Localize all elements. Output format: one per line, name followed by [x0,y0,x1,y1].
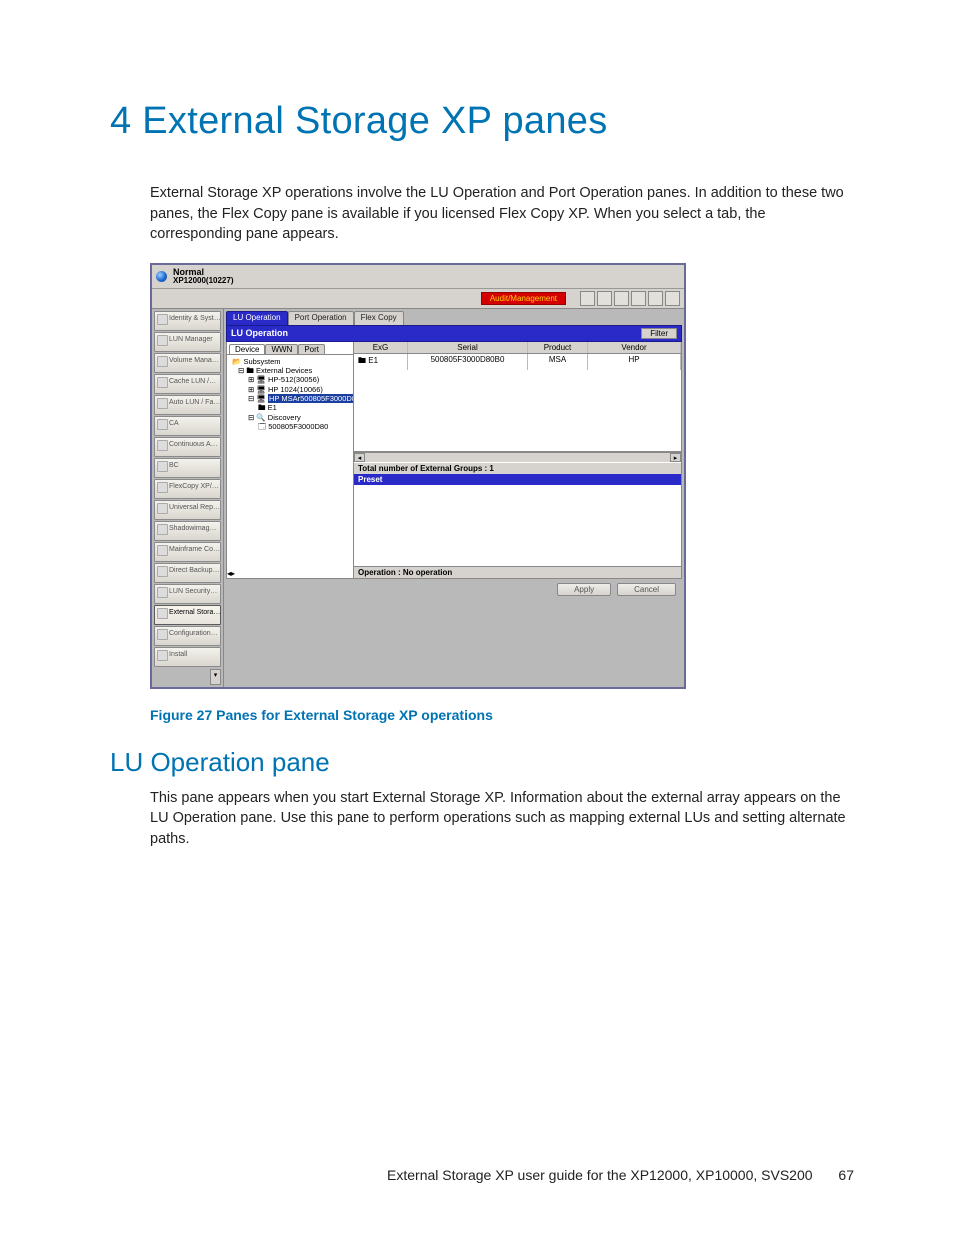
tab-lu-operation[interactable]: LU Operation [226,311,288,325]
window-header: Normal XP12000(10227) [152,265,684,289]
col-exg[interactable]: ExG [354,342,408,353]
page-number: 67 [838,1167,854,1183]
status-total: Total number of External Groups : 1 [354,462,681,474]
figure-caption: Figure 27 Panes for External Storage XP … [150,707,854,723]
toolbar-icon[interactable] [631,291,646,306]
table-scrollbar[interactable]: ◂▸ [354,452,681,462]
scroll-down-icon[interactable]: ▾ [210,669,221,685]
nav-item[interactable]: Continuous A… [154,437,221,457]
window-device: XP12000(10227) [173,277,234,285]
tree-node[interactable]: ⊟ 🖿 External Devices [228,366,352,375]
nav-item[interactable]: BC [154,458,221,478]
intro-paragraph: External Storage XP operations involve t… [150,183,854,245]
col-vendor[interactable]: Vendor [588,342,681,353]
col-serial[interactable]: Serial [408,342,528,353]
app-orb-icon [156,271,167,282]
operation-status: Operation : No operation [354,567,681,578]
nav-item-selected[interactable]: External Stora… [154,605,221,625]
tree-tab-wwn[interactable]: WWN [265,344,298,354]
nav-item[interactable]: LUN Security… [154,584,221,604]
table-header: ExG Serial Product Vendor [354,342,681,354]
tree-tab-port[interactable]: Port [298,344,325,354]
pane-header: LU Operation Filter [226,325,682,342]
figure-screenshot: Normal XP12000(10227) Audit/Management I… [150,263,686,689]
nav-item[interactable]: Universal Rep… [154,500,221,520]
footer-text: External Storage XP user guide for the X… [387,1167,812,1183]
nav-item[interactable]: Configuration… [154,626,221,646]
tree-node[interactable]: ⊞ 🖥 HP 1024(10066) [228,385,352,394]
nav-item[interactable]: Cache LUN /… [154,374,221,394]
nav-item[interactable]: Volume Mana… [154,353,221,373]
tree-node[interactable]: ⊞ 🖥 HP-512(30056) [228,375,352,384]
table-row[interactable]: 🖿 E1 500805F3000D80B0 MSA HP [354,354,681,370]
toolbar-icon[interactable] [614,291,629,306]
apply-button[interactable]: Apply [557,583,611,596]
device-tree[interactable]: 📂 Subsystem ⊟ 🖿 External Devices ⊞ 🖥 HP-… [227,354,353,569]
page-footer: External Storage XP user guide for the X… [387,1167,854,1183]
toolbar-icon[interactable] [580,291,595,306]
toolbar-icon[interactable] [665,291,680,306]
filter-button[interactable]: Filter [641,328,677,339]
tab-port-operation[interactable]: Port Operation [288,311,354,325]
pane-title: LU Operation [231,328,288,338]
col-product[interactable]: Product [528,342,588,353]
section-title: LU Operation pane [110,747,854,778]
nav-item[interactable]: Direct Backup… [154,563,221,583]
tree-scrollbar[interactable]: ◂▸ [227,569,353,578]
nav-sidebar: Identity & Syst… LUN Manager Volume Mana… [152,309,224,687]
nav-item[interactable]: CA [154,416,221,436]
tree-node[interactable]: 🗔 500805F3000D80 [228,422,352,431]
nav-item[interactable]: Auto LUN / Fa… [154,395,221,415]
section-paragraph: This pane appears when you start Externa… [150,788,854,850]
tree-tab-device[interactable]: Device [229,344,265,354]
nav-item[interactable]: Identity & Syst… [154,311,221,331]
nav-item[interactable]: LUN Manager [154,332,221,352]
tree-node[interactable]: 🖿 E1 [228,403,352,412]
cancel-button[interactable]: Cancel [617,583,676,596]
nav-item[interactable]: FlexCopy XP/… [154,479,221,499]
tree-node[interactable]: ⊟ 🔍 Discovery [228,413,352,422]
toolbar-icon[interactable] [597,291,612,306]
toolbar-icon[interactable] [648,291,663,306]
window-toolbar: Audit/Management [152,289,684,309]
tabs-row: LU Operation Port Operation Flex Copy [226,311,682,325]
nav-item[interactable]: Shadowimag… [154,521,221,541]
tab-flex-copy[interactable]: Flex Copy [354,311,404,325]
nav-item[interactable]: Install [154,647,221,667]
tree-node[interactable]: ⊟ 🖥 HP MSAr500805F3000D8 [228,394,352,403]
preset-body [354,485,681,567]
chapter-title: 4 External Storage XP panes [110,100,854,143]
nav-item[interactable]: Mainframe Co… [154,542,221,562]
tree-node[interactable]: 📂 Subsystem [228,357,352,366]
preset-header: Preset [354,474,681,485]
alert-badge: Audit/Management [481,292,566,305]
